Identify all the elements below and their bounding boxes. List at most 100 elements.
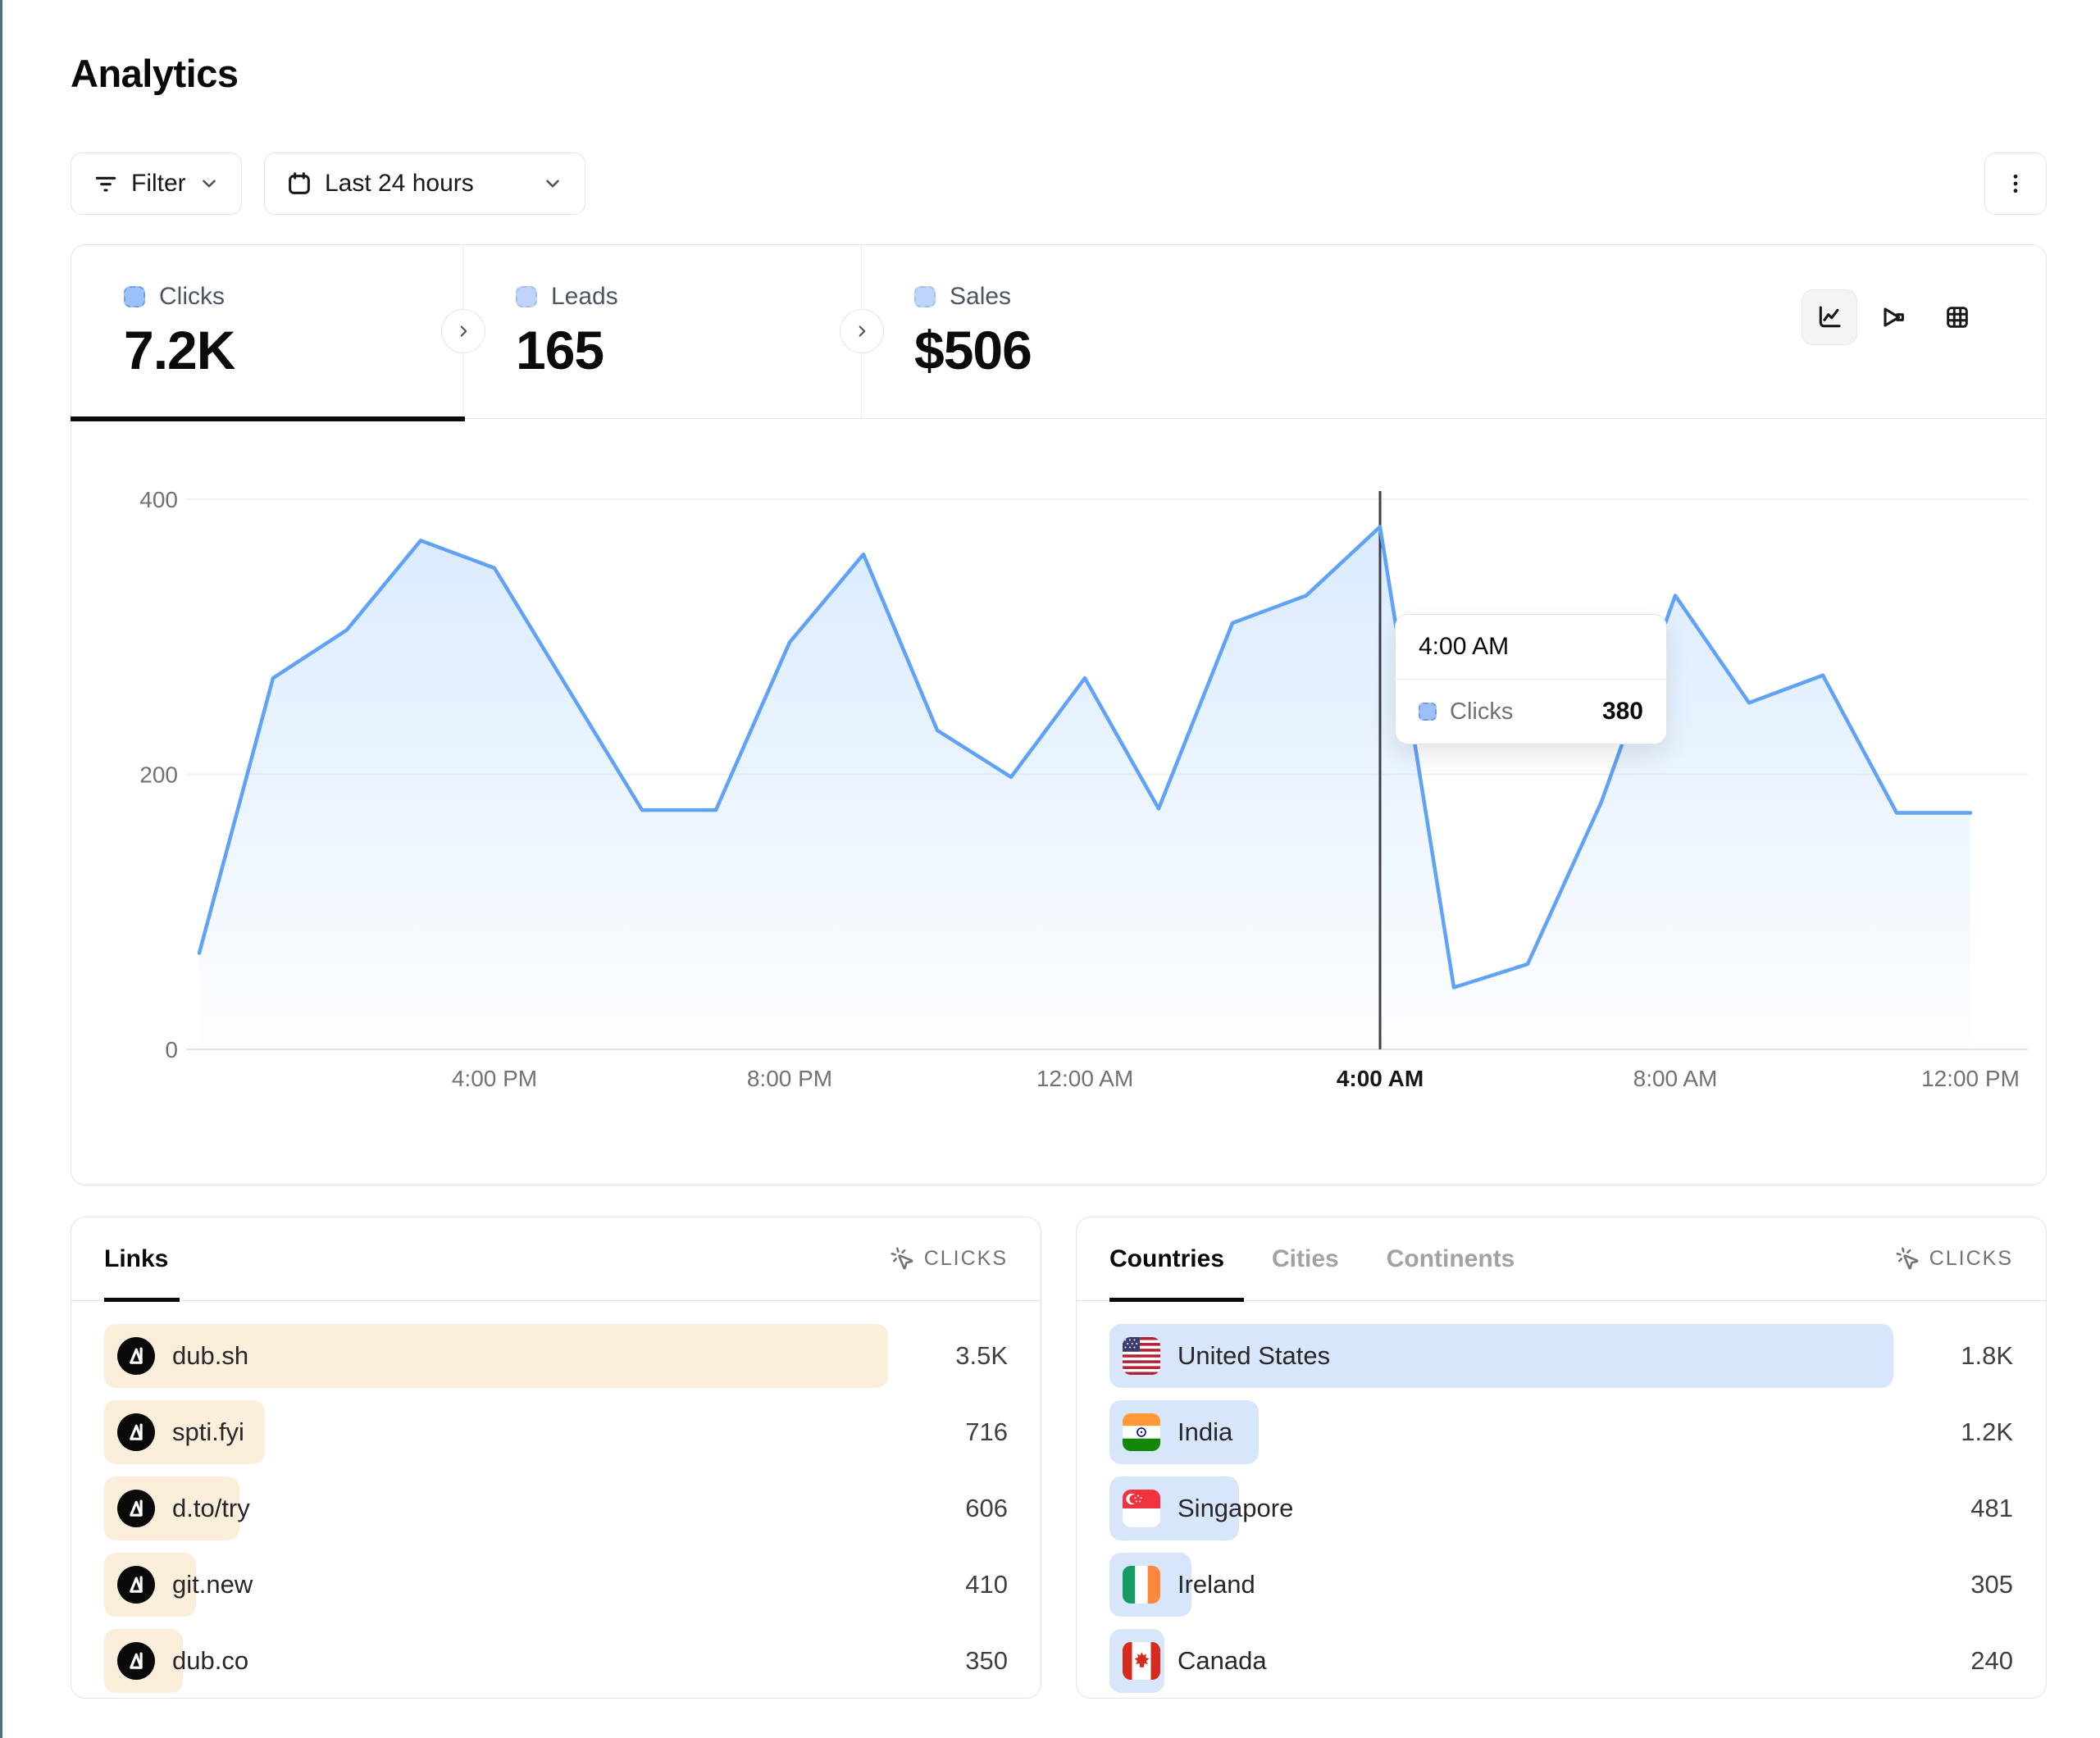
line-chart-icon bbox=[1816, 304, 1843, 330]
row-bar-track: git.new bbox=[104, 1553, 888, 1617]
x-axis-tick-label: 4:00 AM bbox=[1337, 1066, 1424, 1091]
clicks-marker-icon bbox=[1419, 703, 1437, 721]
link-row[interactable]: dub.sh3.5K bbox=[104, 1324, 1008, 1388]
chevron-down-icon bbox=[542, 173, 563, 194]
row-label: spti.fyi bbox=[172, 1417, 244, 1447]
row-label: dub.co bbox=[172, 1646, 248, 1676]
row-bar-track: d.to/try bbox=[104, 1476, 888, 1540]
country-row[interactable]: Canada 240 bbox=[1109, 1629, 2013, 1693]
links-panel: Links CLICKS dub.sh3.5K spti.fyi716 d.to/t… bbox=[71, 1217, 1041, 1699]
stat-label: Clicks bbox=[159, 283, 225, 311]
tooltip-value: 380 bbox=[1602, 698, 1643, 726]
link-row[interactable]: d.to/try 606 bbox=[104, 1476, 1008, 1540]
countries-metric-toggle[interactable]: CLICKS bbox=[1895, 1246, 2013, 1272]
row-label: Ireland bbox=[1178, 1570, 1255, 1599]
dub-logo-icon bbox=[117, 1566, 155, 1604]
tab-sales[interactable]: Sales $506 bbox=[862, 245, 1321, 418]
link-row[interactable]: git.new 410 bbox=[104, 1553, 1008, 1617]
active-tab-underline bbox=[104, 1298, 180, 1302]
country-row[interactable]: Ireland 305 bbox=[1109, 1553, 2013, 1617]
row-value: 1.2K bbox=[1915, 1417, 2013, 1447]
leads-value: 165 bbox=[516, 319, 861, 381]
links-metric-toggle[interactable]: CLICKS bbox=[890, 1246, 1008, 1272]
row-value: 350 bbox=[909, 1646, 1008, 1676]
country-row[interactable]: Singapore 481 bbox=[1109, 1476, 2013, 1540]
row-value: 3.5K bbox=[909, 1341, 1008, 1371]
row-value: 305 bbox=[1915, 1570, 2013, 1599]
row-bar-track: India bbox=[1109, 1400, 1893, 1464]
funnel-view-button[interactable] bbox=[1865, 289, 1921, 345]
row-bar-track: United States bbox=[1109, 1324, 1893, 1388]
line-chart-view-button[interactable] bbox=[1802, 289, 1857, 345]
flag-in-icon bbox=[1123, 1413, 1160, 1451]
cursor-click-icon bbox=[890, 1246, 915, 1272]
chart-tooltip: 4:00 AM Clicks 380 bbox=[1395, 614, 1667, 744]
links-panel-header: Links CLICKS bbox=[71, 1217, 1041, 1301]
tooltip-time: 4:00 AM bbox=[1396, 615, 1666, 680]
page-title: Analytics bbox=[71, 51, 238, 96]
clicks-value: 7.2K bbox=[124, 319, 462, 381]
row-label: Canada bbox=[1178, 1646, 1267, 1676]
row-value: 1.8K bbox=[1915, 1341, 2013, 1371]
row-bar-track: Canada bbox=[1109, 1629, 1893, 1693]
dub-logo-icon bbox=[117, 1337, 155, 1375]
filter-button-label: Filter bbox=[131, 170, 186, 198]
flag-ca-icon bbox=[1123, 1642, 1160, 1680]
table-grid-icon bbox=[1944, 304, 1970, 330]
more-options-button[interactable] bbox=[1984, 152, 2047, 215]
row-value: 240 bbox=[1915, 1646, 2013, 1676]
row-value: 481 bbox=[1915, 1494, 2013, 1523]
flag-us-icon bbox=[1123, 1337, 1160, 1375]
tab-leads[interactable]: Leads 165 bbox=[463, 245, 862, 418]
sales-value: $506 bbox=[914, 319, 1321, 381]
chart-area-fill bbox=[199, 527, 1970, 1049]
row-value: 410 bbox=[909, 1570, 1008, 1599]
x-axis-tick-label: 12:00 AM bbox=[1036, 1066, 1133, 1091]
y-axis-tick-label: 0 bbox=[165, 1037, 178, 1062]
tab-continents[interactable]: Continents bbox=[1387, 1245, 1515, 1273]
sales-marker-icon bbox=[914, 286, 936, 307]
chevron-right-icon bbox=[454, 322, 472, 340]
filter-icon bbox=[93, 171, 119, 197]
row-bar-track: Singapore bbox=[1109, 1476, 1893, 1540]
date-range-label: Last 24 hours bbox=[325, 170, 474, 198]
row-label: India bbox=[1178, 1417, 1232, 1447]
row-bar-track: dub.co bbox=[104, 1629, 888, 1693]
x-axis-tick-label: 4:00 PM bbox=[452, 1066, 537, 1091]
countries-panel-header: Countries Cities Continents CLICKS bbox=[1077, 1217, 2046, 1301]
calendar-icon bbox=[286, 171, 312, 197]
tab-clicks[interactable]: Clicks 7.2K bbox=[71, 245, 463, 418]
stats-tabs-row: Clicks 7.2K Leads 165 Sales $506 bbox=[71, 245, 2046, 419]
link-row[interactable]: dub.co 350 bbox=[104, 1629, 1008, 1693]
stat-label: Leads bbox=[551, 283, 618, 311]
cursor-click-icon bbox=[1895, 1246, 1920, 1272]
dub-logo-icon bbox=[117, 1413, 155, 1451]
country-row[interactable]: India 1.2K bbox=[1109, 1400, 2013, 1464]
expand-clicks-button[interactable] bbox=[441, 309, 485, 353]
y-axis-tick-label: 400 bbox=[139, 487, 178, 512]
window-edge-accent bbox=[0, 0, 2, 1738]
metric-label: CLICKS bbox=[924, 1247, 1008, 1271]
country-row[interactable]: United States 1.8K bbox=[1109, 1324, 2013, 1388]
row-bar-track: Ireland bbox=[1109, 1553, 1893, 1617]
filter-button[interactable]: Filter bbox=[71, 152, 242, 215]
row-label: d.to/try bbox=[172, 1494, 250, 1523]
row-label: United States bbox=[1178, 1341, 1330, 1371]
expand-leads-button[interactable] bbox=[840, 309, 884, 353]
stat-label: Sales bbox=[950, 283, 1011, 311]
analytics-card: Clicks 7.2K Leads 165 Sales $506 bbox=[71, 244, 2047, 1185]
y-axis-tick-label: 200 bbox=[139, 762, 178, 788]
table-view-button[interactable] bbox=[1929, 289, 1985, 345]
row-value: 606 bbox=[909, 1494, 1008, 1523]
tab-cities[interactable]: Cities bbox=[1272, 1245, 1339, 1273]
x-axis-tick-label: 8:00 AM bbox=[1633, 1066, 1718, 1091]
countries-panel: Countries Cities Continents CLICKS Unite… bbox=[1076, 1217, 2047, 1699]
date-range-button[interactable]: Last 24 hours bbox=[264, 152, 585, 215]
flag-sg-icon bbox=[1123, 1490, 1160, 1527]
funnel-chart-icon bbox=[1880, 304, 1906, 330]
tab-countries[interactable]: Countries bbox=[1109, 1245, 1224, 1273]
clicks-area-chart[interactable]: 02004004:00 PM8:00 PM12:00 AM4:00 AM8:00… bbox=[71, 419, 2048, 1186]
clicks-marker-icon bbox=[124, 286, 145, 307]
tab-links[interactable]: Links bbox=[104, 1245, 168, 1273]
link-row[interactable]: spti.fyi716 bbox=[104, 1400, 1008, 1464]
